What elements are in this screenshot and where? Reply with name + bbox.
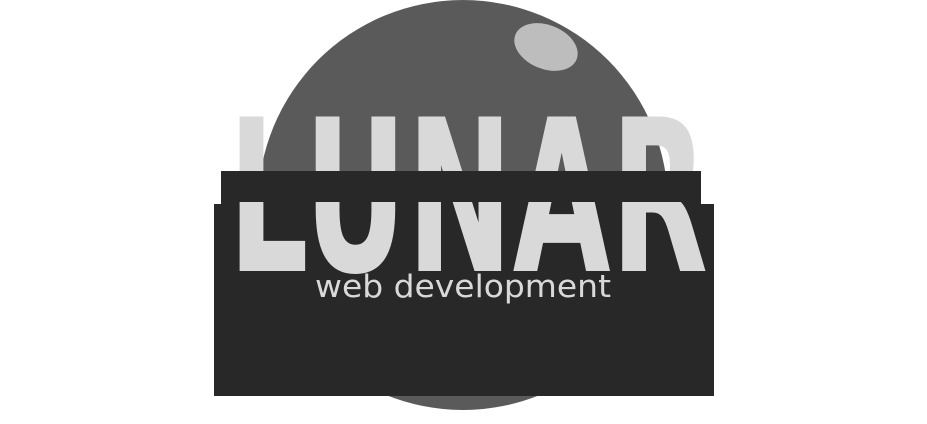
tagline: web development (315, 269, 611, 305)
logo-canvas: LUNAR LUNAR web development (0, 0, 927, 424)
lunar-logo: LUNAR LUNAR web development (214, 0, 714, 410)
